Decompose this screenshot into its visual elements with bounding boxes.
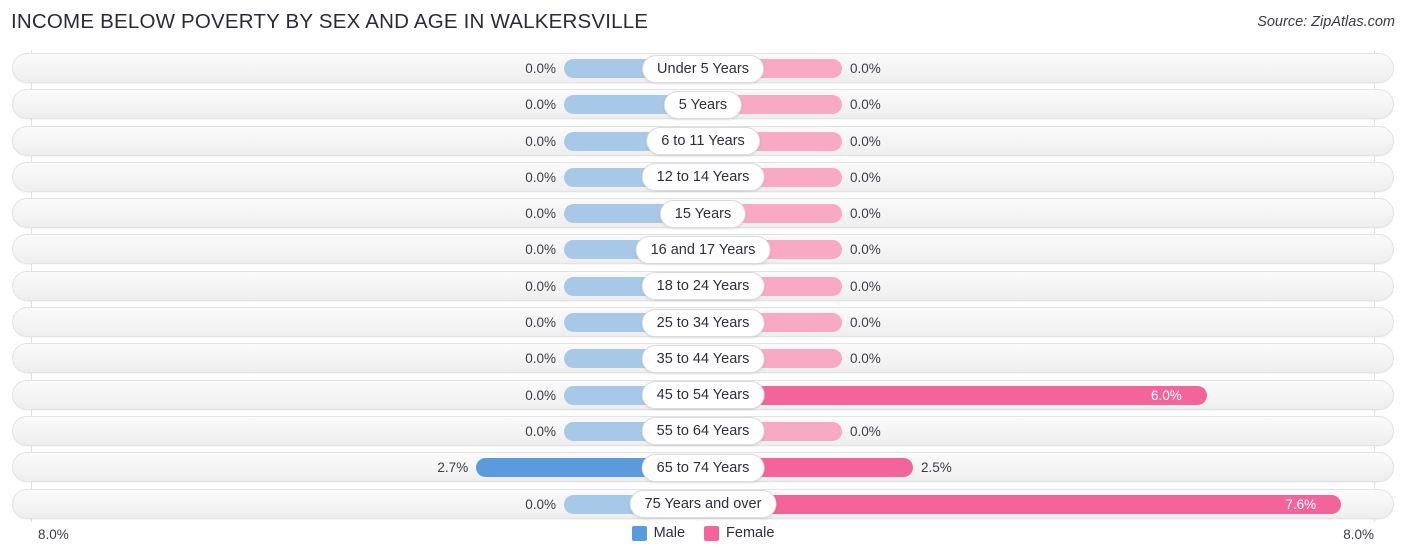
bar-row: 0.0% 0.0% 16 and 17 Years xyxy=(0,231,1406,267)
category-label: 18 to 24 Years xyxy=(641,272,765,301)
value-label-female: 0.0% xyxy=(850,278,881,294)
value-label-female: 0.0% xyxy=(850,351,881,367)
category-label: 5 Years xyxy=(663,90,743,119)
chart-footer: 8.0% 8.0% Male Female xyxy=(0,522,1406,559)
bar-row: 0.0% 0.0% 6 to 11 Years xyxy=(0,123,1406,159)
page-title: INCOME BELOW POVERTY BY SEX AND AGE IN W… xyxy=(11,10,649,33)
category-label: 25 to 34 Years xyxy=(641,308,765,337)
category-label: 16 and 17 Years xyxy=(635,235,771,264)
value-label-male: 0.0% xyxy=(525,351,556,367)
bar-row: 0.0% 6.0% 45 to 54 Years xyxy=(0,377,1406,413)
chart-header: INCOME BELOW POVERTY BY SEX AND AGE IN W… xyxy=(0,0,1406,44)
plot-area: 0.0% 0.0% Under 5 Years 0.0% 0.0% 5 Years 0.0%… xyxy=(0,50,1406,522)
category-label: 55 to 64 Years xyxy=(641,417,765,446)
value-label-female: 0.0% xyxy=(850,133,881,149)
bar-row: 2.7% 2.5% 65 to 74 Years xyxy=(0,449,1406,485)
bar-row: 0.0% 0.0% 25 to 34 Years xyxy=(0,304,1406,340)
value-label-male: 2.7% xyxy=(437,460,469,476)
chart-root: INCOME BELOW POVERTY BY SEX AND AGE IN W… xyxy=(0,0,1406,559)
value-label-male: 0.0% xyxy=(525,242,556,258)
value-label-female: 0.0% xyxy=(850,206,881,222)
bar-female xyxy=(703,494,1342,514)
value-label-female: 0.0% xyxy=(850,97,881,113)
value-label-male: 0.0% xyxy=(525,97,556,113)
value-label-male: 0.0% xyxy=(525,315,556,331)
bar-row: 0.0% 0.0% 35 to 44 Years xyxy=(0,340,1406,376)
value-label-male: 0.0% xyxy=(525,496,556,512)
bar-row: 0.0% 0.0% Under 5 Years xyxy=(0,50,1406,86)
source-attribution: Source: ZipAtlas.com xyxy=(1257,14,1395,30)
bar-female xyxy=(703,385,1207,405)
category-label: 6 to 11 Years xyxy=(646,127,760,156)
category-label: 65 to 74 Years xyxy=(641,453,765,482)
value-label-female: 7.6% xyxy=(1285,496,1317,512)
bar-row: 0.0% 0.0% 18 to 24 Years xyxy=(0,268,1406,304)
category-label: 12 to 14 Years xyxy=(641,163,765,192)
value-label-male: 0.0% xyxy=(525,278,556,294)
category-label: 45 to 54 Years xyxy=(641,381,765,410)
value-label-female: 0.0% xyxy=(850,169,881,185)
legend-item[interactable]: Male xyxy=(631,525,686,541)
value-label-female: 0.0% xyxy=(850,315,881,331)
bar-row: 0.0% 0.0% 12 to 14 Years xyxy=(0,159,1406,195)
value-label-male: 0.0% xyxy=(525,206,556,222)
value-label-female: 6.0% xyxy=(1151,387,1182,403)
category-label: 35 to 44 Years xyxy=(641,344,765,373)
value-label-male: 0.0% xyxy=(525,169,556,185)
legend-swatch-icon xyxy=(631,525,647,541)
legend-label: Male xyxy=(653,525,686,541)
value-label-female: 0.0% xyxy=(850,423,881,439)
value-label-female: 0.0% xyxy=(850,61,881,76)
value-label-female: 0.0% xyxy=(850,242,881,258)
value-label-male: 0.0% xyxy=(525,387,556,403)
bar-row: 0.0% 0.0% 5 Years xyxy=(0,86,1406,122)
value-label-male: 0.0% xyxy=(525,61,556,76)
category-label: 15 Years xyxy=(659,199,747,228)
category-label: 75 Years and over xyxy=(629,490,777,519)
value-label-female: 2.5% xyxy=(921,460,952,476)
value-label-male: 0.0% xyxy=(525,133,556,149)
legend-item[interactable]: Female xyxy=(704,525,774,541)
value-label-male: 0.0% xyxy=(525,423,556,439)
bar-row: 0.0% 7.6% 75 Years and over xyxy=(0,486,1406,522)
category-label: Under 5 Years xyxy=(642,54,764,83)
bar-row: 0.0% 0.0% 15 Years xyxy=(0,195,1406,231)
chart-legend: Male Female xyxy=(0,525,1406,541)
bar-rows: 0.0% 0.0% Under 5 Years 0.0% 0.0% 5 Years 0.0%… xyxy=(0,50,1406,522)
bar-row: 0.0% 0.0% 55 to 64 Years xyxy=(0,413,1406,449)
legend-swatch-icon xyxy=(704,525,720,541)
legend-label: Female xyxy=(726,525,775,541)
